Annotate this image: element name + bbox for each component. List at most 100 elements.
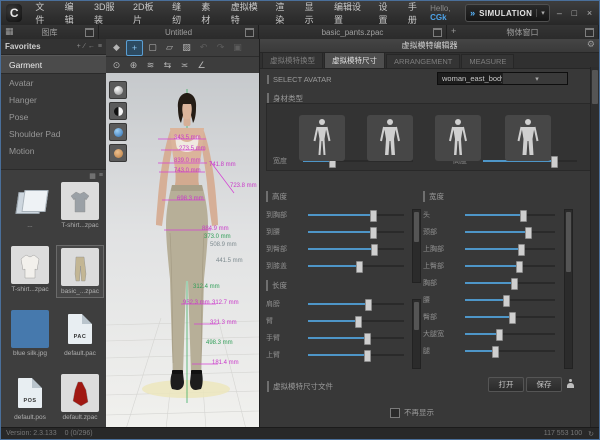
arrange-tool[interactable]: ⇆ (160, 59, 175, 73)
pin-tool[interactable]: ⊙ (109, 59, 124, 73)
slider-handle[interactable] (370, 210, 377, 222)
box-select-tool[interactable]: ▢ (145, 41, 160, 55)
refresh-icon[interactable]: ↻ (588, 430, 594, 438)
render-style-toggle[interactable] (109, 81, 127, 99)
slider-track-手臂[interactable] (308, 337, 404, 339)
slider-handle[interactable] (525, 227, 532, 239)
add-icon[interactable]: + (451, 26, 456, 36)
panel-scrollbar[interactable] (590, 67, 599, 427)
angle-measure-tool[interactable]: ∠ (194, 59, 209, 73)
file-item[interactable]: POSdefault.pos (7, 374, 53, 421)
file-item[interactable]: basic_...zpac (57, 246, 103, 297)
select-mesh-tool[interactable]: ▨ (179, 41, 194, 55)
menu-2D板片[interactable]: 2D板片 (126, 0, 165, 26)
slider-handle[interactable] (356, 261, 363, 273)
slider-track-腰[interactable] (465, 299, 555, 301)
slider-track-肩膀[interactable] (308, 303, 404, 305)
slider-track-到腰[interactable] (308, 231, 404, 233)
maximize-button[interactable]: □ (569, 7, 580, 19)
slider-handle[interactable] (370, 227, 377, 239)
slider-handle[interactable] (503, 295, 510, 307)
menu-文件[interactable]: 文件 (28, 0, 57, 26)
scrollbar[interactable] (412, 209, 421, 283)
sidebar-item-pose[interactable]: Pose (1, 108, 106, 125)
menu-渲染[interactable]: 渲染 (268, 0, 297, 26)
avatar-display-toggle[interactable] (109, 144, 127, 162)
slider-track-颈部[interactable] (465, 231, 555, 233)
slider-handle[interactable] (492, 346, 499, 358)
avatar-file-icon[interactable] (564, 377, 577, 390)
scrollbar[interactable] (412, 299, 421, 369)
detach-icon[interactable] (585, 28, 594, 37)
menu-设置[interactable]: 设置 (372, 0, 401, 26)
grid-view-icon[interactable]: ▦ (89, 172, 96, 180)
viewport-canvas[interactable]: 343.5 mm273.5 mm839.0 mm741.8 mm743.0 mm… (106, 73, 259, 427)
slider-handle[interactable] (511, 278, 518, 290)
sidebar-item-motion[interactable]: Motion (1, 142, 106, 159)
list-view-icon[interactable]: ≡ (99, 172, 103, 180)
menu-素材[interactable]: 素材 (194, 0, 223, 26)
texture-display-toggle[interactable] (109, 123, 127, 141)
objects-pane-header[interactable]: + 物体窗口 (447, 25, 599, 39)
menu-显示[interactable]: 显示 (298, 0, 327, 26)
body-type-thumb-1[interactable] (299, 115, 345, 161)
sidebar-item-garment[interactable]: Garment (1, 55, 106, 74)
file-item[interactable]: T-shirt...zpac (7, 246, 53, 293)
slider-track-上臂[interactable] (308, 354, 404, 356)
slider-handle[interactable] (355, 316, 362, 328)
tab-MEASURE[interactable]: MEASURE (461, 54, 514, 68)
slider-track-臀部[interactable] (465, 316, 555, 318)
slider-track-上臀部[interactable] (465, 265, 555, 267)
save-button[interactable]: 保存 (526, 377, 562, 392)
simulate-icon[interactable]: ◆ (109, 41, 124, 55)
slider-track-到膝盖[interactable] (308, 265, 404, 267)
chevron-down-icon[interactable]: ▾ (502, 73, 567, 84)
viewport-3d[interactable]: ◆+▢▱▨↶↷▣ ⊙⊕≋⇆≍∠ (106, 39, 259, 427)
detach-icon[interactable] (433, 28, 442, 37)
menu-编辑[interactable]: 编辑 (58, 0, 87, 26)
lasso-select-tool[interactable]: ▱ (162, 41, 177, 55)
tab-ARRANGEMENT[interactable]: ARRANGEMENT (386, 54, 460, 68)
wind-tool[interactable]: ≋ (143, 59, 158, 73)
slider-track-臂[interactable] (308, 320, 404, 322)
menu-3D服装[interactable]: 3D服装 (87, 0, 126, 26)
simulation-button[interactable]: » SIMULATION ▾ (465, 4, 550, 22)
library-pane-header[interactable]: 图库 ▦ (1, 25, 99, 39)
detach-icon[interactable] (245, 28, 254, 37)
slider-track-腿[interactable] (465, 350, 555, 352)
slider-handle[interactable] (520, 210, 527, 222)
body-type-thumb-2[interactable] (367, 115, 413, 161)
menu-虚拟模特[interactable]: 虚拟模特 (224, 0, 269, 26)
body-type-thumb-4[interactable] (505, 115, 551, 161)
slider-handle[interactable] (551, 156, 558, 168)
body-type-thumb-3[interactable] (435, 115, 481, 161)
tab-虚拟模特换型[interactable]: 虚拟模特换型 (262, 52, 323, 68)
menu-手册[interactable]: 手册 (401, 0, 430, 26)
chevron-down-icon[interactable]: ▾ (536, 9, 545, 17)
menu-编辑设置[interactable]: 编辑设置 (327, 0, 372, 26)
slider-track-大腿宽[interactable] (465, 333, 555, 335)
slider-handle[interactable] (364, 333, 371, 345)
dont-show-checkbox[interactable] (390, 408, 400, 418)
file-item[interactable]: PACdefault.pac (57, 310, 103, 357)
open-button[interactable]: 打开 (488, 377, 524, 392)
view3d-pane-header[interactable]: Untitled (99, 25, 259, 39)
slider-track-到胸部[interactable] (308, 214, 404, 216)
close-button[interactable]: × (584, 7, 595, 19)
add-favorite-icon[interactable]: + (77, 43, 81, 50)
view2d-pane-header[interactable]: basic_pants.zpac (259, 25, 447, 39)
minimize-button[interactable]: – (554, 7, 565, 19)
slider-track-头[interactable] (465, 214, 555, 216)
detach-icon[interactable] (85, 28, 94, 37)
sidebar-item-hanger[interactable]: Hanger (1, 91, 106, 108)
slider-track-胸部[interactable] (465, 282, 555, 284)
back-icon[interactable]: ← (88, 43, 95, 50)
slider-handle[interactable] (365, 299, 372, 311)
pin-box-tool[interactable]: ⊕ (126, 59, 141, 73)
slider-handle[interactable] (518, 244, 525, 256)
sidebar-item-avatar[interactable]: Avatar (1, 74, 106, 91)
slider-track-到臀部[interactable] (308, 248, 404, 250)
sidebar-item-shoulder-pad[interactable]: Shoulder Pad (1, 125, 106, 142)
slider-handle[interactable] (371, 244, 378, 256)
gear-icon[interactable]: ⚙ (587, 39, 595, 50)
